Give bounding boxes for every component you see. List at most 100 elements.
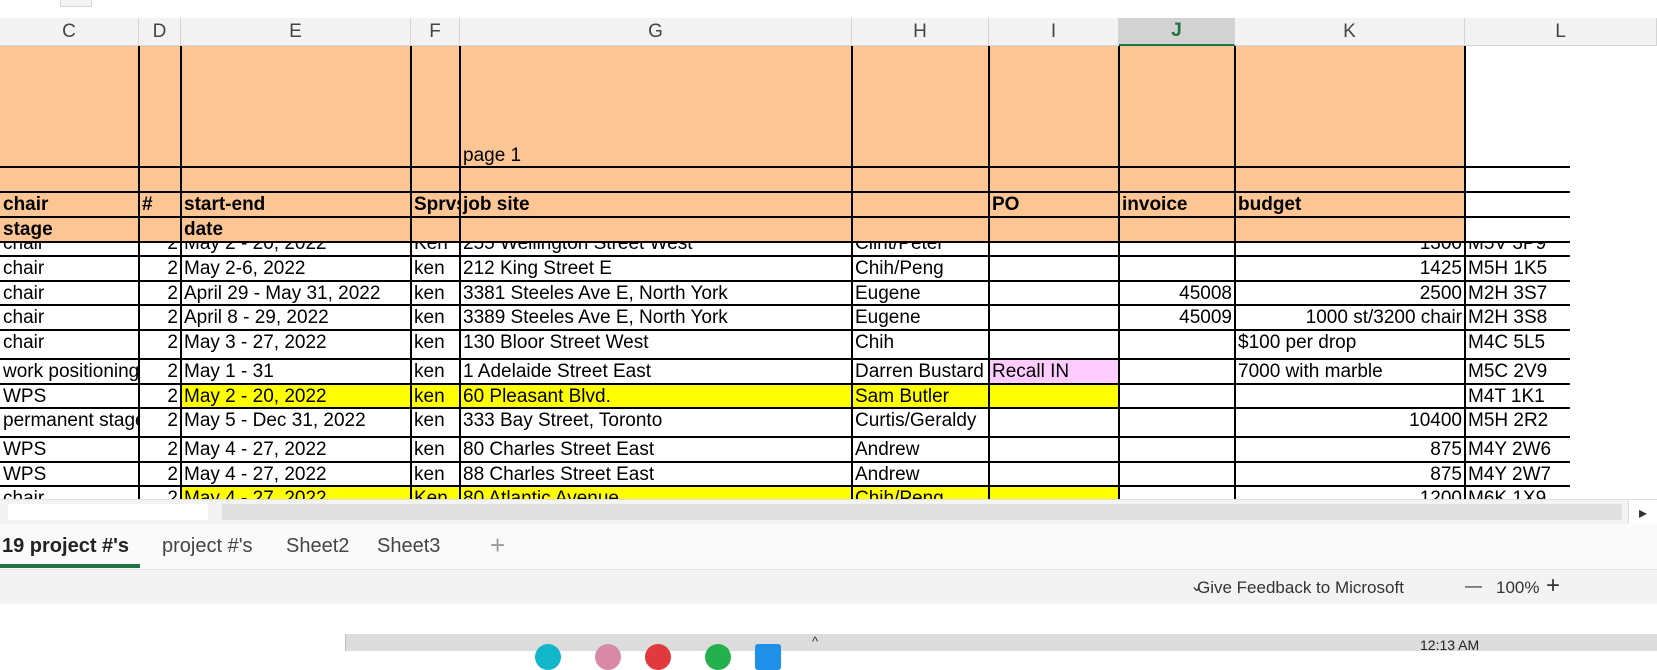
table-cell-c[interactable]: work positioning — [0, 359, 139, 384]
column-header-e[interactable]: E — [181, 18, 411, 46]
table-cell-j[interactable]: 45009 — [1119, 305, 1235, 330]
column-header-l[interactable]: L — [1465, 18, 1657, 46]
table-cell-l[interactable]: M2H 3S7 — [1465, 281, 1570, 306]
table-cell-f[interactable]: ken — [411, 437, 460, 462]
table-cell-c[interactable]: WPS — [0, 462, 139, 487]
taskbar-app-icon-2[interactable] — [595, 644, 621, 670]
table-cell-c[interactable]: WPS — [0, 437, 139, 462]
table-cell-g[interactable]: 88 Charles Street East — [460, 462, 852, 487]
table-cell-c[interactable]: chair — [0, 330, 139, 355]
column-header-k[interactable]: K — [1235, 18, 1465, 46]
table-cell-j[interactable]: 45008 — [1119, 281, 1235, 306]
taskbar-chevron-icon[interactable]: ^ — [812, 634, 818, 649]
table-cell-g[interactable]: 80 Charles Street East — [460, 437, 852, 462]
sheet-tab-19-project[interactable]: 19 project #'s — [2, 524, 129, 569]
sheet-tab-sheet3[interactable]: Sheet3 — [377, 524, 440, 569]
table-cell-e[interactable]: May 2 - 20, 2022 — [181, 384, 411, 409]
table-cell-f[interactable]: ken — [411, 330, 460, 355]
table-cell-d[interactable]: 2 — [139, 256, 181, 281]
scrollbar-thumb[interactable] — [222, 504, 1622, 520]
header-k[interactable]: budget — [1235, 192, 1465, 217]
table-cell-h[interactable]: Eugene — [852, 281, 989, 306]
table-cell-c[interactable]: chair — [0, 305, 139, 330]
header-c[interactable]: chair — [0, 192, 139, 217]
give-feedback-link[interactable]: Give Feedback to Microsoft — [1197, 578, 1404, 598]
table-cell-d[interactable]: 2 — [139, 408, 181, 433]
table-cell-k[interactable]: 2500 — [1235, 281, 1465, 306]
table-cell-h[interactable]: Sam Butler — [852, 384, 989, 409]
table-cell-d[interactable]: 2 — [139, 462, 181, 487]
header-j[interactable]: invoice — [1119, 192, 1235, 217]
table-cell-e[interactable]: May 5 - Dec 31, 2022 — [181, 408, 411, 433]
table-cell-f[interactable]: ken — [411, 384, 460, 409]
column-header-h[interactable]: H — [852, 18, 989, 46]
table-cell-g[interactable]: 3389 Steeles Ave E, North York — [460, 305, 852, 330]
header2-e[interactable]: date — [181, 217, 411, 242]
table-cell-h[interactable]: Darren Bustard — [852, 359, 989, 384]
table-cell-c[interactable]: permanent stage — [0, 408, 139, 433]
table-cell-l[interactable]: M5C 2V9 — [1465, 359, 1570, 384]
table-cell-g[interactable]: 3381 Steeles Ave E, North York — [460, 281, 852, 306]
table-cell-k[interactable]: 1425 — [1235, 256, 1465, 281]
zoom-out-icon[interactable]: — — [1465, 576, 1482, 596]
table-cell-d[interactable]: 2 — [139, 384, 181, 409]
header-f[interactable]: Sprvs — [411, 192, 460, 217]
table-cell-e[interactable]: May 3 - 27, 2022 — [181, 330, 411, 355]
table-cell-g[interactable]: 333 Bay Street, Toronto — [460, 408, 852, 433]
scrollbar-left-area[interactable] — [8, 504, 208, 520]
table-cell-l[interactable]: M4Y 2W7 — [1465, 462, 1570, 487]
header-g[interactable]: job site — [460, 192, 852, 217]
table-cell-c[interactable]: chair — [0, 256, 139, 281]
table-cell-e[interactable]: April 29 - May 31, 2022 — [181, 281, 411, 306]
table-cell-g[interactable]: 130 Bloor Street West — [460, 330, 852, 355]
table-cell-l[interactable]: M2H 3S8 — [1465, 305, 1570, 330]
table-cell-k[interactable]: 875 — [1235, 462, 1465, 487]
taskbar-app-icon-3[interactable] — [645, 644, 671, 670]
table-cell-l[interactable]: M4Y 2W6 — [1465, 437, 1570, 462]
table-cell-f[interactable]: ken — [411, 359, 460, 384]
add-sheet-icon[interactable]: + — [490, 530, 505, 561]
horizontal-scrollbar[interactable]: ▸ — [0, 499, 1657, 525]
header2-c[interactable]: stage — [0, 217, 139, 242]
scroll-right-arrow-icon[interactable]: ▸ — [1628, 500, 1657, 525]
table-cell-k[interactable]: 10400 — [1235, 408, 1465, 433]
header-i[interactable]: PO — [989, 192, 1119, 217]
column-header-d[interactable]: D — [139, 18, 181, 46]
table-cell-d[interactable]: 2 — [139, 359, 181, 384]
zoom-level[interactable]: 100% — [1496, 578, 1539, 598]
table-cell-k[interactable]: $100 per drop — [1235, 330, 1465, 355]
taskbar-app-icon-5[interactable] — [755, 644, 781, 670]
table-cell-e[interactable]: May 1 - 31 — [181, 359, 411, 384]
taskbar-app-icon-1[interactable] — [535, 644, 561, 670]
table-cell-d[interactable]: 2 — [139, 281, 181, 306]
table-cell-f[interactable]: ken — [411, 256, 460, 281]
table-cell-c[interactable]: chair — [0, 281, 139, 306]
header-d[interactable]: # — [139, 192, 181, 217]
table-cell-f[interactable]: ken — [411, 305, 460, 330]
table-cell-k[interactable]: 7000 with marble — [1235, 359, 1465, 384]
table-cell-k[interactable]: 875 — [1235, 437, 1465, 462]
column-header-j[interactable]: J — [1119, 18, 1235, 46]
table-cell-c[interactable]: WPS — [0, 384, 139, 409]
table-cell-f[interactable]: ken — [411, 281, 460, 306]
sheet-tab-sheet2[interactable]: Sheet2 — [286, 524, 349, 569]
taskbar-app-icon-4[interactable] — [705, 644, 731, 670]
column-header-f[interactable]: F — [411, 18, 460, 46]
column-header-i[interactable]: I — [989, 18, 1119, 46]
table-cell-l[interactable]: M4T 1K1 — [1465, 384, 1570, 409]
zoom-in-icon[interactable]: + — [1546, 572, 1560, 600]
table-cell-i[interactable]: Recall IN — [989, 359, 1119, 384]
table-cell-h[interactable]: Chih/Peng — [852, 256, 989, 281]
table-cell-l[interactable]: M5H 1K5 — [1465, 256, 1570, 281]
table-cell-g[interactable]: 1 Adelaide Street East — [460, 359, 852, 384]
header-e[interactable]: start-end — [181, 192, 411, 217]
table-cell-d[interactable]: 2 — [139, 437, 181, 462]
table-cell-e[interactable]: May 4 - 27, 2022 — [181, 462, 411, 487]
table-cell-l[interactable]: M5V 3P9 — [1465, 242, 1570, 256]
table-cell-f[interactable]: ken — [411, 408, 460, 433]
sheet-tab-project[interactable]: project #'s — [162, 524, 253, 569]
table-cell-h[interactable]: Curtis/Geraldy — [852, 408, 989, 433]
table-cell-h[interactable]: Chih — [852, 330, 989, 355]
table-cell-l[interactable]: M5H 2R2 — [1465, 408, 1570, 433]
table-cell-f[interactable]: ken — [411, 462, 460, 487]
